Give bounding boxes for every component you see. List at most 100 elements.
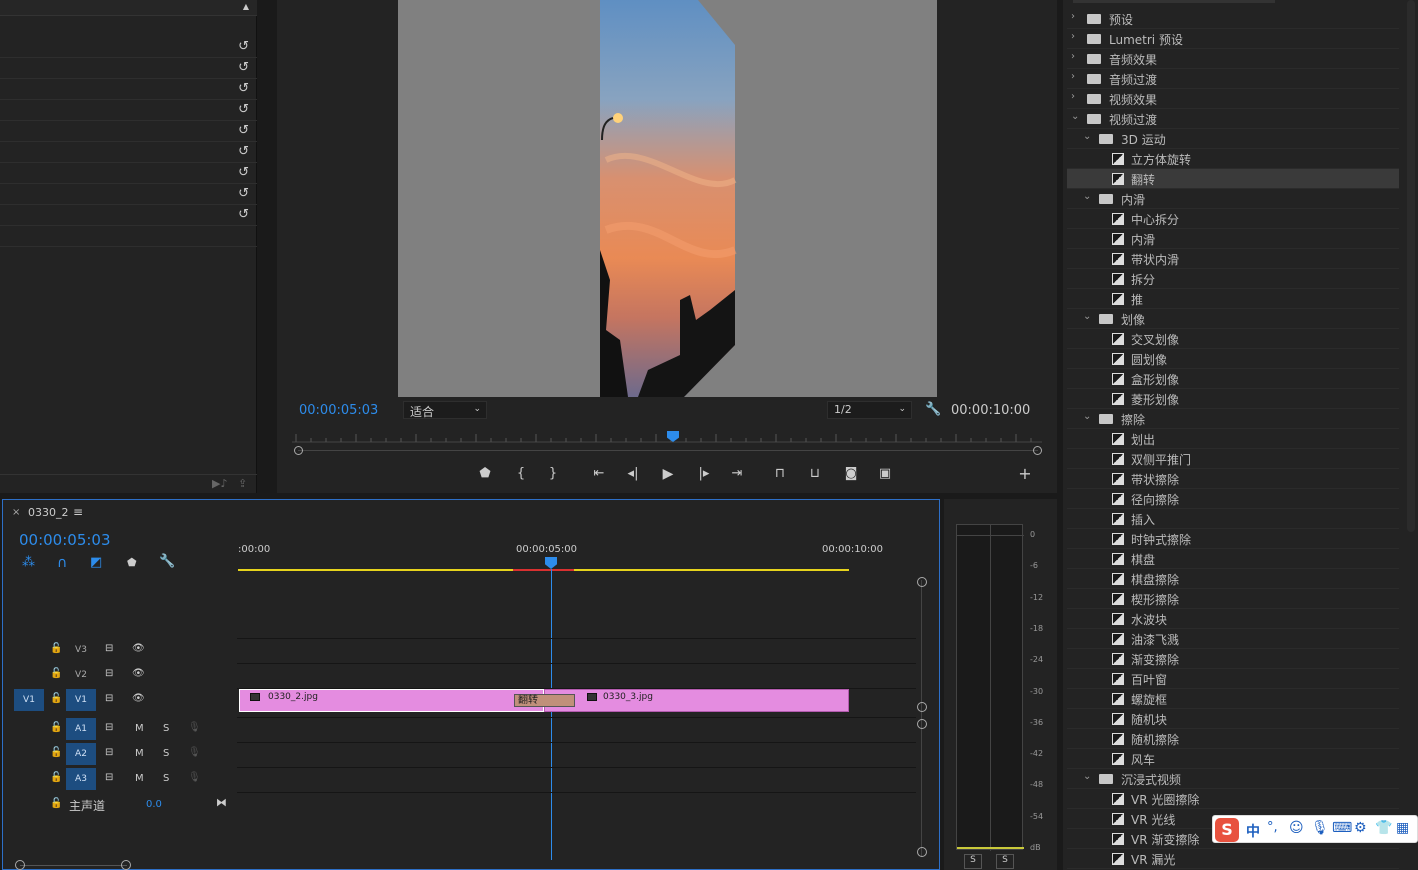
source-patch[interactable]: V1	[14, 689, 44, 711]
sync-lock-icon[interactable]: ⊟	[105, 668, 113, 679]
reset-icon[interactable]: ↺	[238, 102, 249, 117]
transition-flip[interactable]: 翻转	[514, 694, 575, 707]
lock-icon[interactable]: 🔓	[50, 798, 62, 809]
vscroll-handle-mid[interactable]	[917, 702, 927, 712]
sync-lock-icon[interactable]: ⊟	[105, 643, 113, 654]
keyboard-icon[interactable]: ⌨	[1332, 820, 1352, 836]
effect-item[interactable]: 立方体旋转	[1067, 149, 1399, 169]
effect-item[interactable]: 插入	[1067, 509, 1399, 529]
effects-search-field[interactable]	[1073, 0, 1275, 3]
eye-icon[interactable]: 👁	[132, 668, 145, 679]
effect-item[interactable]: 圆划像	[1067, 349, 1399, 369]
chevron-right-icon[interactable]: ›	[1071, 51, 1075, 62]
effect-item[interactable]: 风车	[1067, 749, 1399, 769]
effects-scrollbar[interactable]	[1407, 0, 1415, 532]
extract-icon[interactable]: ⊔	[806, 466, 824, 481]
lock-icon[interactable]: 🔓	[50, 772, 62, 783]
solo-left-button[interactable]: S	[964, 854, 982, 869]
effect-item[interactable]: 推	[1067, 289, 1399, 309]
timeline-settings-icon[interactable]: 🔧	[159, 554, 175, 569]
effect-item[interactable]: 内滑	[1067, 229, 1399, 249]
hscroll-handle-left[interactable]	[15, 860, 25, 870]
effect-item[interactable]: 盒形划像	[1067, 369, 1399, 389]
reset-icon[interactable]: ↺	[238, 186, 249, 201]
mark-in-icon[interactable]: {	[512, 466, 530, 481]
mute-button[interactable]: M	[135, 773, 144, 784]
timeline-ruler[interactable]: :00:00 00:00:05:00 00:00:10:00	[237, 543, 917, 573]
chevron-right-icon[interactable]: ›	[1071, 11, 1075, 22]
go-to-out-icon[interactable]: ⇥	[728, 466, 746, 481]
clip-0330-3[interactable]: 0330_3.jpg	[544, 689, 849, 712]
solo-button[interactable]: S	[163, 723, 169, 734]
effect-item[interactable]: 楔形擦除	[1067, 589, 1399, 609]
effect-item[interactable]: 交叉划像	[1067, 329, 1399, 349]
ime-mode[interactable]: 中	[1246, 821, 1260, 841]
chevron-down-icon[interactable]: ⌄	[1083, 411, 1091, 422]
chevron-right-icon[interactable]: ›	[1071, 91, 1075, 102]
effect-item[interactable]: 油漆飞溅	[1067, 629, 1399, 649]
lock-icon[interactable]: 🔓	[50, 643, 62, 654]
go-to-in-icon[interactable]: ⇤	[590, 466, 608, 481]
effects-folder[interactable]: › 视频效果	[1067, 89, 1399, 109]
effect-item[interactable]: 百叶窗	[1067, 669, 1399, 689]
track-lane-v2[interactable]	[237, 663, 916, 688]
track-lane-a3[interactable]	[237, 767, 916, 792]
lock-icon[interactable]: 🔓	[50, 668, 62, 679]
effects-folder[interactable]: ⌄ 划像	[1067, 309, 1399, 329]
comparison-view-icon[interactable]: ▣	[876, 466, 894, 481]
reset-icon[interactable]: ↺	[238, 60, 249, 75]
mute-button[interactable]: M	[135, 748, 144, 759]
timeline-hscroll[interactable]	[20, 865, 127, 866]
reset-icon[interactable]: ↺	[238, 207, 249, 222]
step-back-icon[interactable]: ◂|	[624, 466, 642, 481]
marker-icon[interactable]: ⬟	[476, 466, 494, 481]
effect-item[interactable]: 翻转	[1067, 169, 1399, 189]
eye-icon[interactable]: 👁	[132, 693, 145, 704]
effect-item[interactable]: 划出	[1067, 429, 1399, 449]
track-lane-a1[interactable]	[237, 717, 916, 742]
vscroll-handle-bottom[interactable]	[917, 847, 927, 857]
effects-folder[interactable]: ⌄ 沉浸式视频	[1067, 769, 1399, 789]
track-target-a3[interactable]: A3	[66, 768, 96, 790]
effect-item[interactable]: 径向擦除	[1067, 489, 1399, 509]
program-timecode[interactable]: 00:00:05:03	[299, 403, 378, 418]
effects-folder[interactable]: ⌄ 擦除	[1067, 409, 1399, 429]
play-icon[interactable]: ▶	[659, 466, 677, 482]
effects-folder[interactable]: ⌄ 内滑	[1067, 189, 1399, 209]
mark-out-icon[interactable]: }	[544, 466, 562, 481]
lock-icon[interactable]: 🔓	[50, 722, 62, 733]
chevron-down-icon[interactable]: ⌄	[1083, 191, 1091, 202]
effects-folder[interactable]: › Lumetri 预设	[1067, 29, 1399, 49]
sequence-tab[interactable]: 0330_2	[28, 506, 69, 519]
effect-item[interactable]: 中心拆分	[1067, 209, 1399, 229]
effect-item[interactable]: 随机擦除	[1067, 729, 1399, 749]
effect-item[interactable]: 菱形划像	[1067, 389, 1399, 409]
reset-icon[interactable]: ↺	[238, 39, 249, 54]
clip-0330-2[interactable]: 0330_2.jpg	[239, 689, 544, 712]
sync-lock-icon[interactable]: ⊟	[105, 747, 113, 758]
vscroll-handle-audio[interactable]	[917, 719, 927, 729]
track-target-a1[interactable]: A1	[66, 718, 96, 740]
add-marker-icon[interactable]: ⬟	[127, 556, 137, 569]
effect-item[interactable]: 渐变擦除	[1067, 649, 1399, 669]
chevron-right-icon[interactable]: ›	[1071, 31, 1075, 42]
chevron-down-icon[interactable]: ⌄	[1071, 111, 1079, 122]
effect-item[interactable]: 双侧平推门	[1067, 449, 1399, 469]
program-zoom-bar[interactable]	[298, 450, 1038, 451]
effect-item[interactable]: 棋盘擦除	[1067, 569, 1399, 589]
timeline-timecode[interactable]: 00:00:05:03	[19, 531, 111, 549]
nest-icon[interactable]: ⁂	[22, 555, 35, 570]
bowtie-icon[interactable]: ⧓	[216, 796, 227, 809]
microphone-icon[interactable]: 🎙	[188, 772, 201, 783]
audio-icon[interactable]: ▶♪	[212, 477, 227, 490]
chevron-down-icon[interactable]: ⌄	[1083, 771, 1091, 782]
punctuation-icon[interactable]: °,	[1267, 820, 1278, 835]
zoom-handle-right[interactable]	[1033, 446, 1042, 455]
mute-button[interactable]: M	[135, 723, 144, 734]
skin-icon[interactable]: ⚙	[1354, 820, 1367, 836]
vscroll-handle-top[interactable]	[917, 577, 927, 587]
solo-right-button[interactable]: S	[996, 854, 1014, 869]
ime-toolbar[interactable]: S 中 °, ☺ 🎙 ⌨ ⚙ 👕 ▦	[1212, 815, 1418, 843]
lock-icon[interactable]: 🔓	[50, 747, 62, 758]
export-icon[interactable]: ⇪	[238, 477, 247, 490]
